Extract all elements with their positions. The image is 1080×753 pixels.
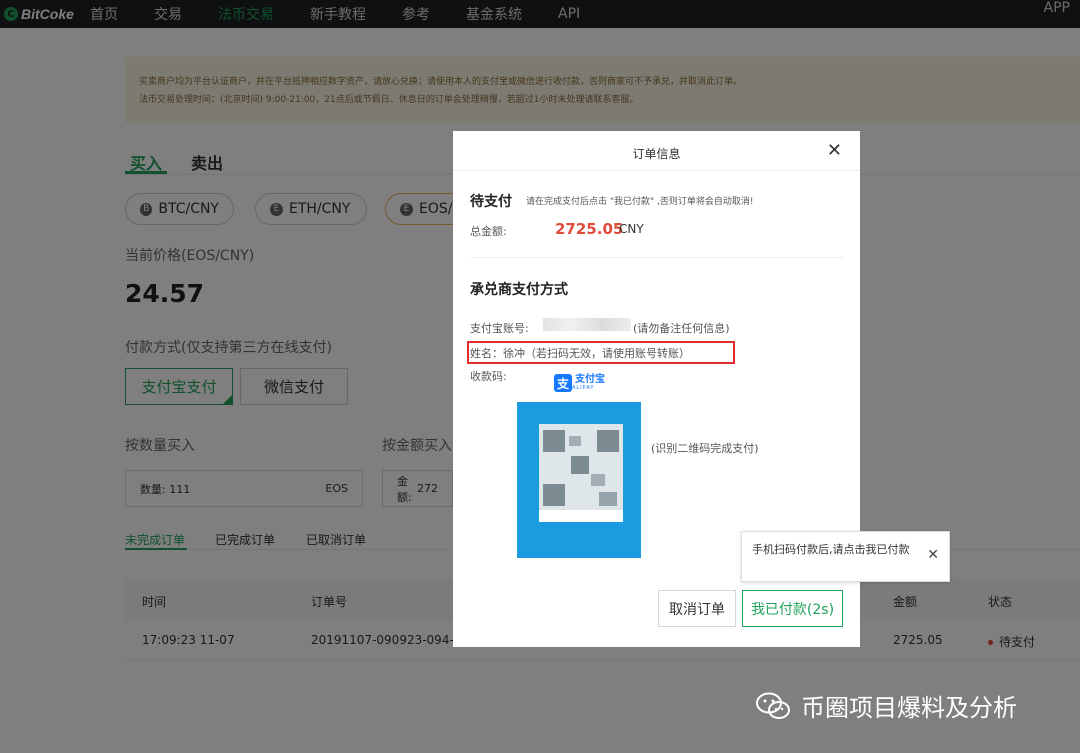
pending-payment-hint: 请在完成支付后点击 "我已付款" ,否则订单将会自动取消! (526, 197, 754, 207)
qr-code-image (517, 402, 641, 558)
merchant-payment-method-title: 承兑商支付方式 (470, 282, 568, 298)
alipay-brand-text: 支付宝 (575, 374, 605, 385)
close-icon[interactable]: ✕ (827, 140, 842, 161)
qr-code-label: 收款码: (470, 370, 507, 383)
qr-code-pattern (539, 424, 623, 522)
alipay-account-redacted (543, 318, 631, 331)
modal-divider (453, 170, 860, 171)
tooltip-text: 手机扫码付款后,请点击我已付款 (752, 543, 910, 556)
alipay-icon: 支 (554, 374, 572, 392)
alipay-brand: 支付宝 ALIPAY (572, 374, 605, 392)
watermark: 币圈项目爆料及分析 (755, 688, 1017, 723)
payee-name: 姓名：徐冲（若扫码无效，请使用账号转账） (470, 347, 690, 360)
payment-tooltip: 手机扫码付款后,请点击我已付款 ✕ (741, 531, 950, 582)
close-icon[interactable]: ✕ (927, 547, 939, 563)
pending-payment-title: 待支付 (470, 194, 512, 210)
alipay-brand-sub: ALIPAY (572, 385, 595, 391)
watermark-text: 币圈项目爆料及分析 (801, 694, 1017, 722)
qr-code-hint: (识别二维码完成支付) (651, 442, 759, 455)
alipay-logo: 支 支付宝 ALIPAY (554, 374, 605, 392)
cancel-order-button[interactable]: 取消订单 (658, 590, 736, 627)
alipay-account-note: (请勿备注任何信息) (633, 322, 730, 335)
wechat-icon (756, 692, 790, 719)
modal-title: 订单信息 (632, 147, 681, 161)
total-amount-value: 2725.05 (555, 220, 624, 238)
section-divider (470, 257, 843, 258)
total-amount-unit: CNY (619, 222, 644, 236)
alipay-account-label: 支付宝账号: (470, 322, 529, 335)
i-have-paid-button[interactable]: 我已付款(2s) (742, 590, 843, 627)
total-amount-label: 总金额: (470, 225, 507, 238)
qr-code-scan-bar (539, 510, 623, 522)
